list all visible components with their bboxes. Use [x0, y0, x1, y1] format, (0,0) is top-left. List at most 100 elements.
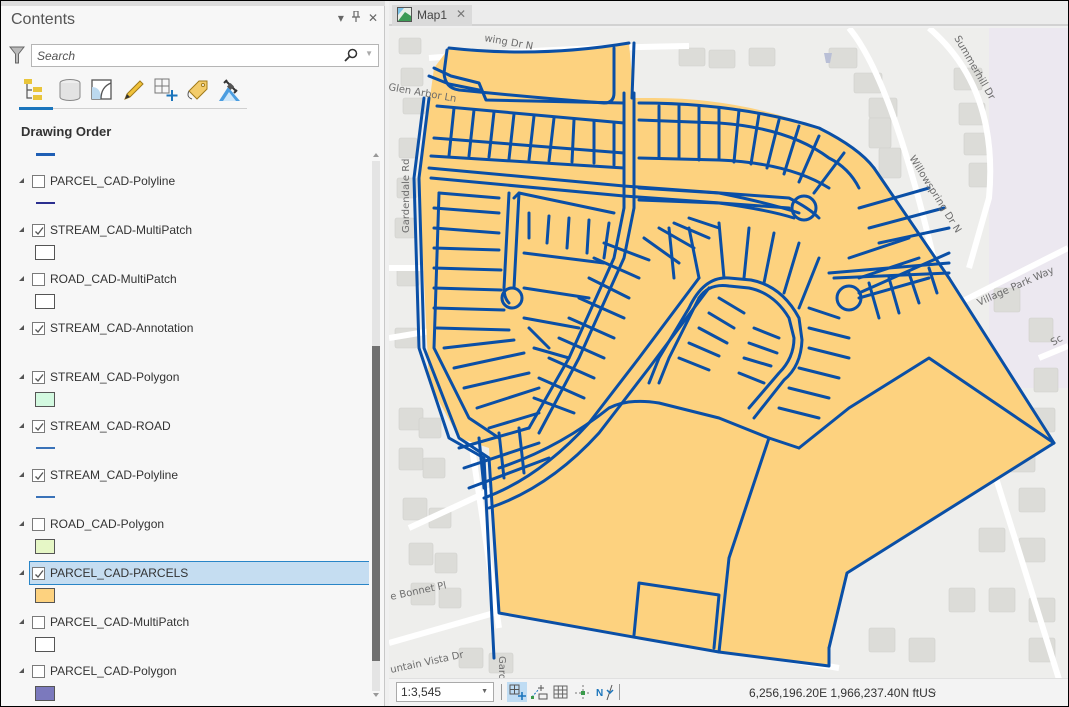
layer-row[interactable]: PARCEL_CAD-MultiPatch — [19, 610, 369, 634]
tab-list-by-snapping[interactable] — [153, 77, 179, 103]
pane-pin-button[interactable] — [351, 10, 360, 25]
map-view: Map1 ✕ wing Dr N Glen Arbor Ln Summerhil… — [389, 1, 1068, 706]
layer-row[interactable]: STREAM_CAD-Polyline — [19, 463, 369, 487]
grid-snap-button[interactable] — [507, 682, 527, 702]
layer-row[interactable]: STREAM_CAD-MultiPatch — [19, 218, 369, 242]
layer-visibility-checkbox[interactable] — [32, 371, 45, 384]
search-input[interactable] — [37, 47, 337, 64]
expand-toggle-icon[interactable] — [19, 472, 24, 477]
svg-text:N: N — [596, 688, 603, 699]
expand-toggle-icon[interactable] — [19, 325, 24, 330]
fill-symbol-swatch[interactable] — [35, 637, 55, 652]
layer-name[interactable]: PARCEL_CAD-MultiPatch — [50, 615, 189, 629]
layer-row[interactable]: ROAD_CAD-Polygon — [19, 512, 369, 536]
line-symbol-swatch[interactable] — [36, 202, 55, 204]
tab-list-by-selection[interactable] — [89, 77, 115, 103]
scroll-down-arrow[interactable] — [373, 693, 379, 697]
fill-symbol-swatch[interactable] — [35, 294, 55, 309]
scroll-up-arrow[interactable] — [373, 153, 379, 157]
tab-map1[interactable]: Map1 ✕ — [392, 5, 472, 26]
scale-dropdown-icon[interactable]: ▼ — [481, 688, 488, 695]
fill-symbol-swatch[interactable] — [35, 539, 55, 554]
layer-row[interactable]: PARCEL_CAD-PARCELS — [19, 561, 369, 585]
satellite-icon — [219, 79, 240, 101]
expand-toggle-icon[interactable] — [19, 374, 24, 379]
layer-visibility-checkbox[interactable] — [32, 665, 45, 678]
expand-toggle-icon[interactable] — [19, 619, 24, 624]
fill-symbol-swatch[interactable] — [35, 588, 55, 603]
layer-row[interactable]: STREAM_CAD-ROAD — [19, 414, 369, 438]
coordinate-readout: 6,256,196.20E 1,966,237.40N ftUS — [749, 686, 936, 700]
layer-name[interactable]: ROAD_CAD-Polygon — [50, 517, 164, 531]
layer-name[interactable]: ROAD_CAD-MultiPatch — [50, 272, 177, 286]
layer-row[interactable]: PARCEL_CAD-Polyline — [19, 169, 369, 193]
line-symbol-swatch[interactable] — [36, 447, 55, 449]
map-tab-close-icon[interactable]: ✕ — [456, 7, 466, 21]
expand-toggle-icon[interactable] — [19, 276, 24, 281]
filter-icon[interactable] — [9, 46, 25, 64]
pane-controls: ▾ ✕ — [338, 10, 378, 25]
layer-visibility-checkbox[interactable] — [32, 420, 45, 433]
layer-visibility-checkbox[interactable] — [32, 616, 45, 629]
layer-visibility-checkbox[interactable] — [32, 469, 45, 482]
map-canvas[interactable]: wing Dr N Glen Arbor Ln Summerhill Dr Wi… — [389, 28, 1068, 678]
fill-symbol-swatch[interactable] — [35, 245, 55, 260]
north-arrow-icon: N — [596, 684, 614, 701]
line-symbol-swatch[interactable] — [36, 496, 55, 498]
map-status-bar: 1:3,545 ▼ N 6,256,196.20E 1,966,237.40N … — [389, 678, 1068, 706]
layer-name[interactable]: PARCEL_CAD-Polygon — [50, 664, 177, 678]
scale-selector[interactable]: 1:3,545 ▼ — [396, 682, 494, 702]
fill-symbol-swatch[interactable] — [35, 392, 55, 407]
snapping-button[interactable] — [529, 682, 549, 702]
expand-toggle-icon[interactable] — [19, 668, 24, 673]
snapping-icon — [154, 78, 178, 101]
street-label-gardendale: Gardendale Rd — [401, 158, 412, 233]
tab-list-by-source[interactable] — [57, 77, 83, 103]
pane-close-button[interactable]: ✕ — [368, 11, 378, 25]
layer-row[interactable]: ROAD_CAD-MultiPatch — [19, 267, 369, 291]
layer-visibility-checkbox[interactable] — [32, 567, 45, 580]
grid-button[interactable] — [551, 682, 571, 702]
layer-name[interactable]: STREAM_CAD-Polygon — [50, 370, 179, 384]
layer-name[interactable]: STREAM_CAD-MultiPatch — [50, 223, 192, 237]
arcgis-pro-window: Contents ▾ ✕ ▼ — [1, 1, 1068, 706]
layer-visibility-checkbox[interactable] — [32, 175, 45, 188]
tab-list-by-editing[interactable] — [121, 77, 147, 103]
layer-visibility-checkbox[interactable] — [32, 322, 45, 335]
layer-name[interactable]: STREAM_CAD-Polyline — [50, 468, 178, 482]
guides-button[interactable] — [573, 682, 593, 702]
expand-toggle-icon[interactable] — [19, 178, 24, 183]
expand-toggle-icon[interactable] — [19, 521, 24, 526]
layer-list: PARCEL_CAD-Polyline STREAM_CAD-MultiPatch… — [1, 141, 369, 701]
fill-symbol-swatch[interactable] — [35, 686, 55, 701]
north-arrow-button[interactable]: N — [595, 682, 615, 702]
layer-name[interactable]: STREAM_CAD-ROAD — [50, 419, 171, 433]
search-icon[interactable] — [344, 48, 358, 62]
layer-visibility-checkbox[interactable] — [32, 518, 45, 531]
coordinate-format-dropdown[interactable]: ⌄ — [929, 684, 938, 697]
checkmark-icon — [35, 570, 44, 578]
layer-visibility-checkbox[interactable] — [32, 273, 45, 286]
contents-scrollbar[interactable] — [371, 151, 381, 701]
layer-name[interactable]: PARCEL_CAD-PARCELS — [50, 566, 188, 580]
checkmark-icon — [35, 227, 44, 235]
pane-menu-button[interactable]: ▾ — [338, 11, 344, 25]
layer-row[interactable]: PARCEL_CAD-Polygon — [19, 659, 369, 683]
layer-visibility-checkbox[interactable] — [32, 224, 45, 237]
checkmark-icon — [35, 325, 44, 333]
search-dropdown-icon[interactable]: ▼ — [365, 49, 373, 58]
contents-view-tabs — [19, 75, 247, 110]
tab-list-by-labeling[interactable] — [185, 77, 211, 103]
checkmark-icon — [35, 472, 44, 480]
tab-list-by-perspective-imagery[interactable] — [217, 77, 243, 103]
expand-toggle-icon[interactable] — [19, 570, 24, 575]
layer-name[interactable]: STREAM_CAD-Annotation — [50, 321, 193, 335]
scroll-thumb[interactable] — [372, 346, 380, 661]
expand-toggle-icon[interactable] — [19, 227, 24, 232]
expand-toggle-icon[interactable] — [19, 423, 24, 428]
layer-name[interactable]: PARCEL_CAD-Polyline — [50, 174, 175, 188]
layer-row[interactable]: STREAM_CAD-Polygon — [19, 365, 369, 389]
tab-list-by-drawing-order[interactable] — [19, 77, 53, 110]
layer-row[interactable]: STREAM_CAD-Annotation — [19, 316, 369, 340]
map-drawing[interactable]: wing Dr N Glen Arbor Ln Summerhill Dr Wi… — [389, 28, 1068, 678]
